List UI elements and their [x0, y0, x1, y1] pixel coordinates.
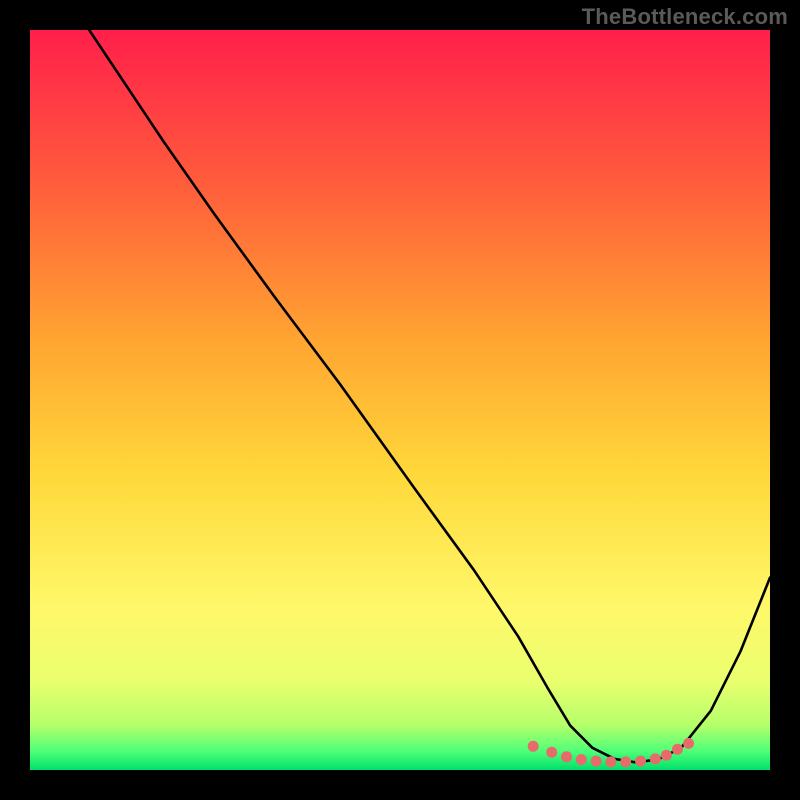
marker-dot	[620, 756, 631, 767]
marker-dot	[605, 756, 616, 767]
marker-dot	[561, 751, 572, 762]
plot-svg	[30, 30, 770, 770]
watermark-text: TheBottleneck.com	[582, 4, 788, 30]
marker-dot	[672, 744, 683, 755]
marker-dot	[546, 747, 557, 758]
marker-dot	[650, 753, 661, 764]
marker-dot	[528, 741, 539, 752]
chart-frame: TheBottleneck.com	[0, 0, 800, 800]
marker-dot	[683, 738, 694, 749]
gradient-background	[30, 30, 770, 770]
marker-dot	[635, 756, 646, 767]
plot-area	[30, 30, 770, 770]
marker-dot	[591, 756, 602, 767]
marker-dot	[661, 750, 672, 761]
marker-dot	[576, 754, 587, 765]
